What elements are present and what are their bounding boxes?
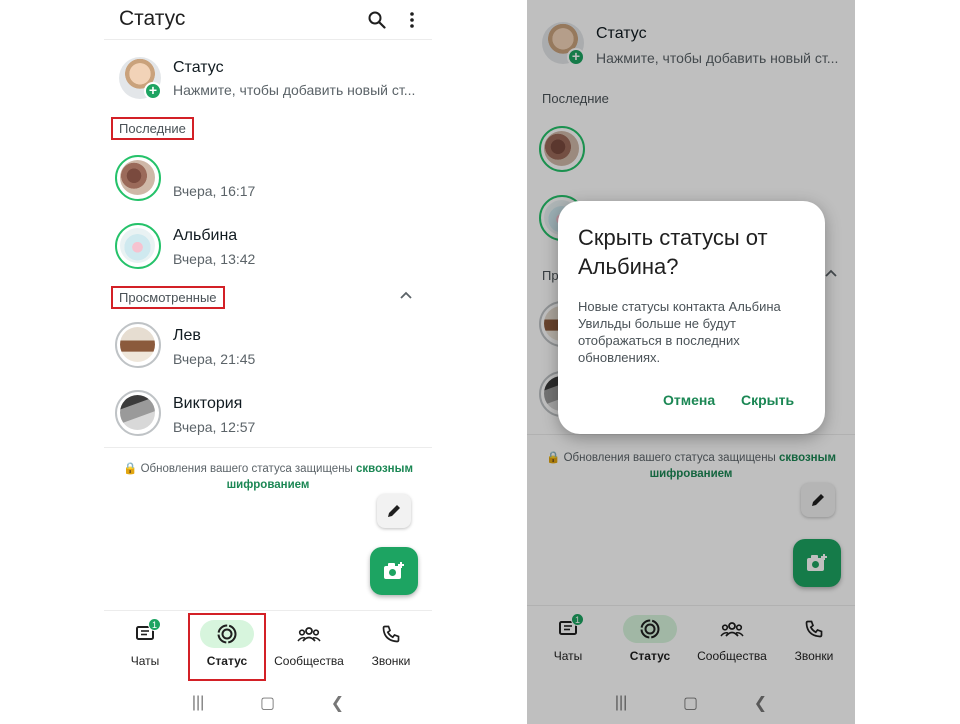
page-title: Статус: [119, 7, 186, 30]
chevron-up-icon[interactable]: [400, 288, 412, 302]
back-icon[interactable]: ❮: [331, 693, 344, 713]
hide-status-dialog: Скрыть статусы от Альбина? Новые статусы…: [558, 201, 825, 434]
status-time: Вчера, 13:42: [173, 251, 256, 267]
camera-status-button[interactable]: [370, 547, 418, 595]
dialog-body: Новые статусы контакта Альбина Увильды б…: [578, 299, 781, 365]
pencil-icon: [388, 505, 400, 517]
communities-icon: [282, 620, 336, 648]
section-label-viewed: Просмотренные: [111, 286, 225, 309]
encryption-note-text: Обновления вашего статуса защищены: [140, 463, 353, 475]
nav-communities[interactable]: Сообщества: [268, 611, 350, 683]
status-thumbnail: [120, 160, 155, 195]
divider: [104, 447, 432, 448]
list-item[interactable]: Лев Вчера, 21:45: [104, 319, 432, 375]
text-status-button[interactable]: [377, 494, 411, 528]
nav-label: Статус: [206, 654, 248, 668]
phone-screen-status-list: Статус + Статус Нажмите, чтобы добавить …: [104, 0, 432, 724]
camera-plus-icon: [384, 562, 404, 579]
nav-label: Сообщества: [274, 654, 344, 668]
section-label-recent: Последние: [111, 117, 194, 140]
unread-badge: 1: [148, 618, 161, 631]
status-thumbnail: [120, 395, 155, 430]
contact-name: Альбина: [173, 227, 238, 244]
status-ring: [115, 223, 161, 269]
contact-name: Виктория: [173, 395, 243, 412]
status-ring: [115, 155, 161, 201]
more-vert-icon[interactable]: [404, 9, 420, 31]
my-status-subtitle: Нажмите, чтобы добавить новый ст...: [173, 82, 416, 98]
nav-label: Звонки: [371, 654, 411, 668]
status-icon: [200, 620, 254, 648]
list-item[interactable]: Альбина Вчера, 13:42: [104, 220, 432, 276]
status-thumbnail: [120, 228, 155, 263]
highlight-box: Просмотренные: [111, 286, 225, 309]
status-time: Вчера, 16:17: [173, 183, 256, 199]
highlight-box: Последние: [111, 117, 194, 140]
my-status-title: Статус: [173, 59, 224, 76]
cancel-button[interactable]: Отмена: [663, 392, 715, 408]
chats-icon: [118, 620, 172, 648]
my-status-row[interactable]: + Статус Нажмите, чтобы добавить новый с…: [104, 50, 432, 118]
lock-icon: 🔒: [123, 463, 138, 475]
comparison-screenshot: Статус + Статус Нажмите, чтобы добавить …: [0, 0, 960, 724]
list-item[interactable]: Виктория Вчера, 12:57: [104, 387, 432, 443]
status-time: Вчера, 12:57: [173, 419, 256, 435]
nav-label: Чаты: [130, 654, 160, 668]
app-bar: Статус: [104, 0, 432, 40]
recents-icon[interactable]: |||: [192, 694, 204, 712]
status-ring: [115, 322, 161, 368]
status-time: Вчера, 21:45: [173, 351, 256, 367]
nav-calls[interactable]: Звонки: [350, 611, 432, 683]
calls-icon: [364, 620, 418, 648]
status-thumbnail: [120, 327, 155, 362]
system-nav-bar: ||| ▢ ❮: [104, 683, 432, 723]
nav-status[interactable]: Статус: [186, 611, 268, 683]
hide-button[interactable]: Скрыть: [741, 392, 794, 408]
nav-chats[interactable]: 1 Чаты: [104, 611, 186, 683]
home-icon[interactable]: ▢: [260, 693, 275, 713]
contact-name: Лев: [173, 327, 201, 344]
bottom-nav: 1 Чаты Статус Сообщества Звонки: [104, 610, 432, 682]
add-status-icon: +: [144, 82, 162, 100]
status-ring: [115, 390, 161, 436]
dialog-title: Скрыть статусы от Альбина?: [578, 225, 768, 279]
phone-screen-hide-dialog: + Статус Нажмите, чтобы добавить новый с…: [527, 0, 855, 724]
list-item[interactable]: Вчера, 16:17: [104, 152, 432, 208]
encryption-note: 🔒 Обновления вашего статуса защищены скв…: [104, 461, 432, 493]
search-icon[interactable]: [366, 9, 388, 31]
